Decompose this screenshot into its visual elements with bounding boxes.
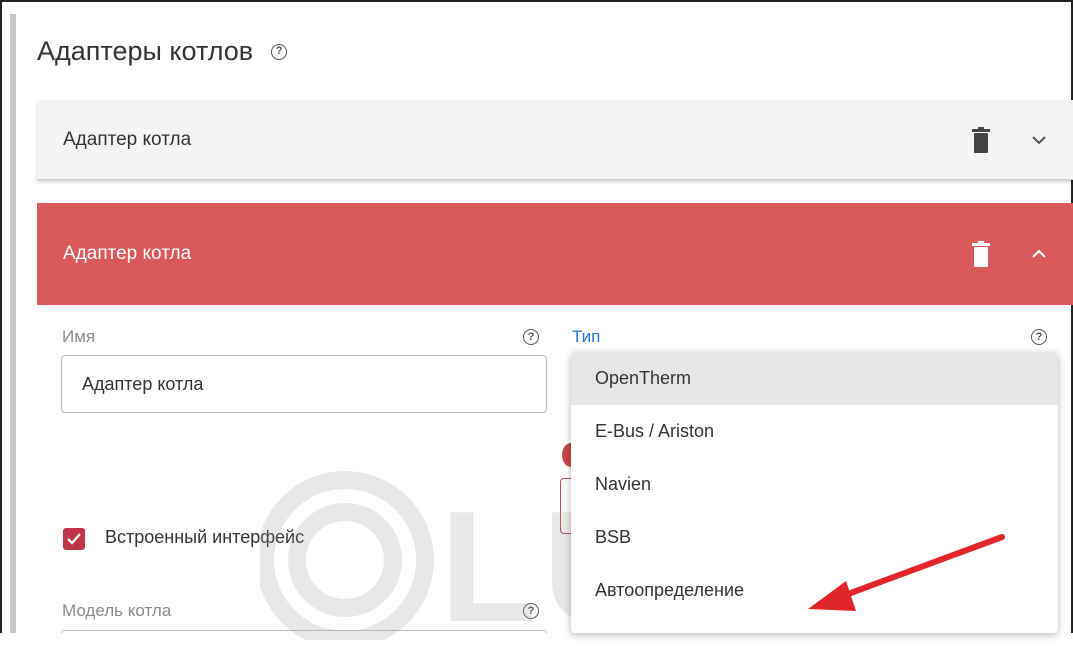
dropdown-option-navien[interactable]: Navien [571,458,1058,511]
type-dropdown-menu[interactable]: OpenTherm E-Bus / Ariston Navien BSB Авт… [571,352,1058,633]
check-icon [67,533,81,545]
panel-title: Адаптер котла [63,243,192,264]
panel-title: Адаптер котла [63,128,192,150]
dropdown-option-autodetect[interactable]: Автоопределение [571,564,1058,617]
help-icon[interactable]: ? [523,329,539,345]
section-title: Адаптеры котлов ? [37,36,288,67]
chevron-down-icon[interactable] [1032,135,1046,145]
name-label: Имя [62,327,96,346]
builtin-interface-checkbox[interactable] [63,528,85,550]
dropdown-option-ebus-ariston[interactable]: E-Bus / Ariston [571,405,1058,458]
name-input[interactable]: Адаптер котла [61,355,547,413]
model-label: Модель котла [62,601,172,620]
help-icon[interactable]: ? [1031,329,1047,345]
boiler-adapter-panel-collapsed[interactable]: Адаптер котла [37,100,1073,180]
trash-icon[interactable] [972,241,990,267]
help-icon[interactable]: ? [271,43,288,60]
dropdown-option-opentherm[interactable]: OpenTherm [571,352,1058,405]
window-frame-left [0,0,2,633]
window-frame-top [0,0,1073,2]
boiler-adapter-panel-expanded[interactable]: Адаптер котла [37,203,1073,305]
trash-icon[interactable] [972,126,990,153]
builtin-interface-label: Встроенный интерфейс [105,527,305,547]
dropdown-option-bsb[interactable]: BSB [571,511,1058,564]
type-label: Тип [572,327,601,346]
side-accent-bar [10,14,16,633]
name-input-value: Адаптер котла [82,373,204,394]
section-title-text: Адаптеры котлов [37,36,254,66]
chevron-up-icon[interactable] [1032,249,1046,259]
